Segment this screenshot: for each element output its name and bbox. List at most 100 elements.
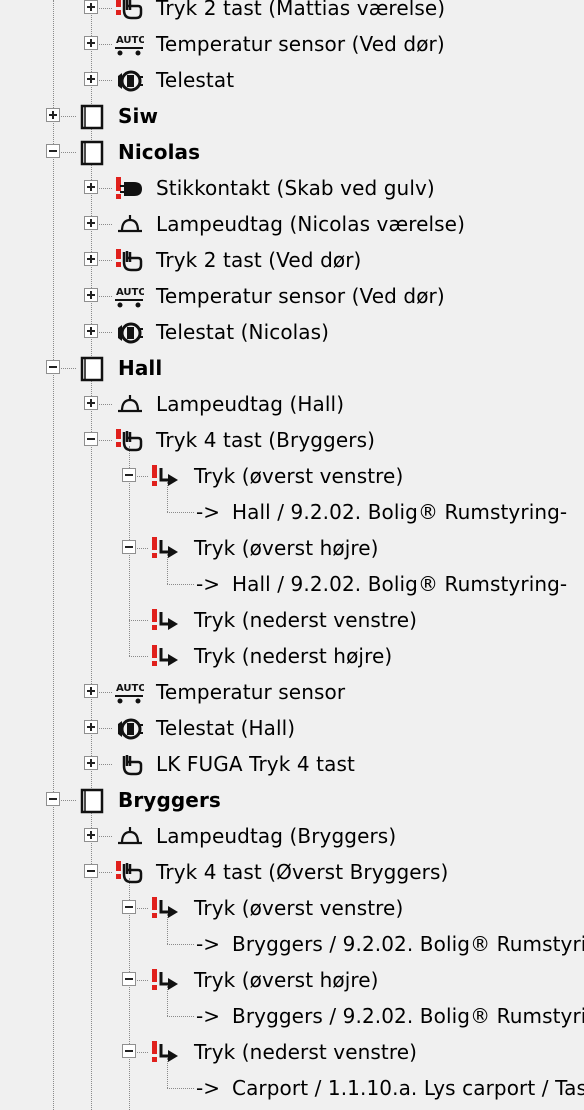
- lamp-outlet-icon: [114, 392, 144, 416]
- collapse-toggle[interactable]: [46, 144, 60, 158]
- device-label: Tryk 2 tast (Ved dør): [156, 248, 362, 272]
- tree-link-row[interactable]: -> Bryggers / 9.2.02. Bolig® Rumstyring: [0, 926, 584, 962]
- tree-node-tryk-nederst-venstre[interactable]: Tryk (nederst venstre): [0, 602, 584, 638]
- tree-node-hall[interactable]: Hall: [0, 350, 584, 386]
- link-arrow-icon: ->: [196, 932, 220, 956]
- room-frame-icon: [78, 104, 108, 130]
- room-label: Bryggers: [118, 788, 221, 812]
- device-label: Tryk (øverst højre): [194, 968, 379, 992]
- tree-node-bryggers[interactable]: Bryggers: [0, 782, 584, 818]
- collapse-toggle[interactable]: [84, 432, 98, 446]
- expand-toggle[interactable]: [84, 324, 98, 338]
- tree-link-row[interactable]: -> Hall / 9.2.02. Bolig® Rumstyring-: [0, 566, 584, 602]
- device-label: Telestat (Nicolas): [156, 320, 330, 344]
- tree-node-telestat-hall[interactable]: Telestat (Hall): [0, 710, 584, 746]
- telestat-icon: [114, 68, 144, 92]
- room-label: Hall: [118, 356, 163, 380]
- tree-node-nicolas[interactable]: Nicolas: [0, 134, 584, 170]
- tree-node-siw[interactable]: Siw: [0, 98, 584, 134]
- room-frame-icon: [78, 140, 108, 166]
- expand-toggle[interactable]: [84, 828, 98, 842]
- expand-toggle[interactable]: [84, 720, 98, 734]
- device-label: Lampeudtag (Hall): [156, 392, 345, 416]
- tree-node-tryk-4-tast-verst-bryggers[interactable]: Tryk 4 tast (Øverst Bryggers): [0, 854, 584, 890]
- push-button-icon: [114, 0, 144, 20]
- link-arrow-icon: ->: [196, 1004, 220, 1028]
- collapse-toggle[interactable]: [122, 900, 136, 914]
- expand-toggle[interactable]: [84, 180, 98, 194]
- room-frame-icon: [78, 788, 108, 814]
- collapse-toggle[interactable]: [122, 1044, 136, 1058]
- tree-node-tryk-2-tast-mattias-v-relse[interactable]: Tryk 2 tast (Mattias værelse): [0, 0, 584, 26]
- telestat-icon: [114, 716, 144, 740]
- tree-node-tryk-nederst-venstre[interactable]: Tryk (nederst venstre): [0, 1034, 584, 1070]
- socket-icon: [114, 176, 144, 200]
- tree-node-tryk-verst-h-jre[interactable]: Tryk (øverst højre): [0, 530, 584, 566]
- tree-branch-line: [167, 584, 194, 585]
- tree-node-tryk-verst-h-jre[interactable]: Tryk (øverst højre): [0, 962, 584, 998]
- expand-toggle[interactable]: [84, 396, 98, 410]
- link-arrow-icon: ->: [196, 572, 220, 596]
- collapse-toggle[interactable]: [122, 540, 136, 554]
- tree-branch-line: [167, 1016, 194, 1017]
- device-label: Tryk (øverst venstre): [194, 464, 404, 488]
- room-frame-icon: [78, 356, 108, 382]
- tree-node-lampeudtag-nicolas-v-relse[interactable]: Lampeudtag (Nicolas værelse): [0, 206, 584, 242]
- lk-fuga-button-icon: [114, 752, 144, 776]
- tree-node-temperatur-sensor[interactable]: AUTO Temperatur sensor: [0, 674, 584, 710]
- device-label: Temperatur sensor (Ved dør): [156, 284, 445, 308]
- lamp-outlet-icon: [114, 212, 144, 236]
- push-arrow-icon: [150, 1040, 180, 1064]
- tree-node-temperatur-sensor-ved-d-r[interactable]: AUTO Temperatur sensor (Ved dør): [0, 26, 584, 62]
- device-tree[interactable]: Tryk 2 tast (Mattias værelse) AUTO Tempera…: [0, 0, 584, 1110]
- tree-node-lampeudtag-hall[interactable]: Lampeudtag (Hall): [0, 386, 584, 422]
- expand-toggle[interactable]: [84, 756, 98, 770]
- temperature-sensor-icon: AUTO: [114, 680, 147, 704]
- collapse-toggle[interactable]: [122, 972, 136, 986]
- push-arrow-icon: [150, 896, 180, 920]
- tree-node-temperatur-sensor-ved-d-r[interactable]: AUTO Temperatur sensor (Ved dør): [0, 278, 584, 314]
- tree-node-tryk-verst-venstre[interactable]: Tryk (øverst venstre): [0, 458, 584, 494]
- tree-node-lk-fuga-tryk-4-tast[interactable]: LK FUGA Tryk 4 tast: [0, 746, 584, 782]
- device-label: Telestat (Hall): [156, 716, 296, 740]
- tree-node-tryk-verst-venstre[interactable]: Tryk (øverst venstre): [0, 890, 584, 926]
- device-label: Lampeudtag (Nicolas værelse): [156, 212, 465, 236]
- tree-link-row[interactable]: -> Bryggers / 9.2.02. Bolig® Rumstyring: [0, 998, 584, 1034]
- tree-node-stikkontakt-skab-ved-gulv[interactable]: Stikkontakt (Skab ved gulv): [0, 170, 584, 206]
- expand-toggle[interactable]: [84, 252, 98, 266]
- expand-toggle[interactable]: [84, 36, 98, 50]
- expand-toggle[interactable]: [46, 108, 60, 122]
- collapse-toggle[interactable]: [46, 360, 60, 374]
- expand-toggle[interactable]: [84, 288, 98, 302]
- device-label: Tryk (øverst højre): [194, 536, 379, 560]
- tree-node-tryk-2-tast-ved-d-r[interactable]: Tryk 2 tast (Ved dør): [0, 242, 584, 278]
- link-target-label: Bryggers / 9.2.02. Bolig® Rumstyring: [232, 932, 584, 956]
- device-label: Tryk (nederst venstre): [194, 1040, 418, 1064]
- link-target-label: Bryggers / 9.2.02. Bolig® Rumstyring: [232, 1004, 584, 1028]
- device-label: LK FUGA Tryk 4 tast: [156, 752, 355, 776]
- tree-node-telestat-nicolas[interactable]: Telestat (Nicolas): [0, 314, 584, 350]
- device-label: Tryk 4 tast (Bryggers): [156, 428, 375, 452]
- tree-node-telestat[interactable]: Telestat: [0, 62, 584, 98]
- tree-link-row[interactable]: -> Carport / 1.1.10.a. Lys carport / Tast: [0, 1070, 584, 1106]
- collapse-toggle[interactable]: [122, 468, 136, 482]
- device-label: Temperatur sensor: [156, 680, 346, 704]
- telestat-icon: [114, 320, 144, 344]
- tree-link-row[interactable]: -> Hall / 9.2.02. Bolig® Rumstyring-: [0, 494, 584, 530]
- expand-toggle[interactable]: [84, 72, 98, 86]
- tree-branch-line: [129, 656, 148, 657]
- tree-node-lampeudtag-bryggers[interactable]: Lampeudtag (Bryggers): [0, 818, 584, 854]
- push-button-icon: [114, 248, 144, 272]
- expand-toggle[interactable]: [84, 684, 98, 698]
- tree-node-tryk-4-tast-bryggers[interactable]: Tryk 4 tast (Bryggers): [0, 422, 584, 458]
- link-target-label: Carport / 1.1.10.a. Lys carport / Tast: [232, 1076, 584, 1100]
- device-label: Tryk (nederst venstre): [194, 608, 418, 632]
- tree-node-tryk-nederst-h-jre[interactable]: Tryk (nederst højre): [0, 638, 584, 674]
- svg-text:AUTO: AUTO: [116, 35, 144, 46]
- expand-toggle[interactable]: [84, 216, 98, 230]
- expand-toggle[interactable]: [84, 0, 98, 14]
- push-arrow-icon: [150, 536, 180, 560]
- svg-text:AUTO: AUTO: [116, 683, 144, 694]
- collapse-toggle[interactable]: [84, 864, 98, 878]
- collapse-toggle[interactable]: [46, 792, 60, 806]
